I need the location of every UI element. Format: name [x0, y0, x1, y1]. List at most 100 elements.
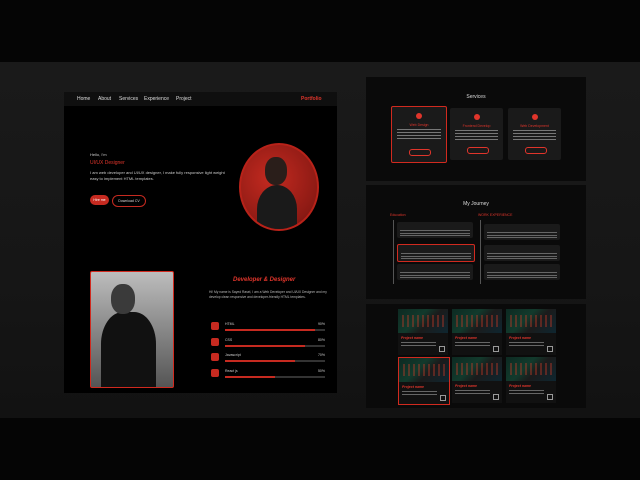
- project-card[interactable]: Project name: [452, 357, 502, 403]
- skill-progress-fill: [225, 360, 295, 362]
- timeline-text-line: [400, 277, 470, 278]
- external-link-icon[interactable]: [547, 346, 553, 352]
- skill-progress-fill: [225, 329, 315, 331]
- design-icon: [416, 113, 422, 119]
- project-card[interactable]: Project name: [506, 357, 556, 403]
- read-more-button[interactable]: [409, 149, 431, 156]
- skill-percentage: 90%: [317, 322, 325, 326]
- read-more-button[interactable]: [466, 147, 489, 154]
- skill-label: HTML: [225, 322, 235, 326]
- skill-label: Javascript: [225, 353, 241, 357]
- project-title: Project name: [509, 336, 531, 340]
- react-icon: [211, 369, 219, 377]
- project-text-line: [401, 345, 436, 346]
- project-text-line: [455, 390, 490, 391]
- timeline-entry[interactable]: [397, 222, 473, 238]
- skill-row: CSS 80%: [211, 338, 325, 348]
- service-card-text: [455, 130, 498, 142]
- skill-progress-track: [225, 329, 325, 331]
- nav-services[interactable]: Services: [119, 96, 138, 102]
- project-card[interactable]: Project name: [506, 309, 556, 355]
- project-text-line: [509, 393, 544, 394]
- hero-portrait: [239, 143, 319, 231]
- timeline-text-line: [487, 234, 557, 236]
- timeline-text-line: [400, 235, 470, 236]
- about-photo: [90, 271, 174, 388]
- timeline-text-line: [400, 272, 470, 273]
- nav-project[interactable]: Project: [176, 96, 192, 102]
- service-card-web-design[interactable]: Web Design: [391, 106, 447, 163]
- project-text-line: [509, 345, 544, 346]
- project-title: Project name: [402, 385, 424, 389]
- nav-home[interactable]: Home: [77, 96, 90, 102]
- external-link-icon[interactable]: [547, 394, 553, 400]
- about-photo-head: [111, 284, 135, 314]
- timeline-text-line: [487, 272, 557, 273]
- service-card-title: Frontend Develop: [462, 124, 491, 128]
- timeline-text-line: [487, 232, 557, 233]
- about-photo-body: [101, 312, 156, 387]
- project-title: Project name: [401, 336, 423, 340]
- service-card-title: Web Design: [409, 123, 429, 127]
- portrait-body: [257, 185, 297, 229]
- project-thumbnail: [452, 357, 502, 381]
- timeline-line-work: [480, 220, 481, 284]
- project-card[interactable]: Project name: [452, 309, 502, 355]
- project-text-line: [402, 391, 437, 392]
- project-thumbnail: [452, 309, 502, 333]
- skill-row: HTML 90%: [211, 322, 325, 332]
- external-link-icon[interactable]: [439, 346, 445, 352]
- skill-row: Javascript 70%: [211, 353, 325, 363]
- timeline-entry[interactable]: [397, 244, 475, 262]
- nav-about[interactable]: About: [98, 96, 111, 102]
- skill-percentage: 70%: [317, 353, 325, 357]
- project-text-line: [455, 393, 490, 394]
- project-title: Project name: [455, 384, 477, 388]
- external-link-icon[interactable]: [493, 346, 499, 352]
- timeline-entry[interactable]: [484, 224, 560, 240]
- gear-icon: [531, 114, 538, 120]
- project-text-line: [455, 345, 490, 346]
- external-link-icon[interactable]: [493, 394, 499, 400]
- html5-icon: [211, 322, 219, 330]
- hero-greeting: Hello, I'm: [90, 152, 107, 157]
- code-icon: [473, 114, 480, 120]
- skill-label: React js: [225, 369, 238, 373]
- javascript-icon: [211, 353, 219, 361]
- skill-label: CSS: [225, 338, 233, 342]
- skill-percentage: 50%: [317, 369, 325, 373]
- read-more-button[interactable]: [524, 147, 547, 154]
- external-link-icon[interactable]: [440, 395, 446, 401]
- download-cv-button[interactable]: Download CV: [112, 195, 146, 207]
- timeline-entry[interactable]: [397, 264, 473, 280]
- project-card[interactable]: Project name: [398, 357, 450, 405]
- service-card-development[interactable]: Web Development: [508, 108, 561, 160]
- brand-logo[interactable]: Portfolio: [301, 96, 322, 102]
- timeline-text-line: [487, 253, 557, 254]
- service-card-frontend[interactable]: Frontend Develop: [450, 108, 503, 160]
- skill-progress-track: [225, 360, 325, 362]
- timeline-text-line: [400, 232, 470, 234]
- timeline-entry[interactable]: [484, 264, 560, 280]
- skill-percentage: 80%: [317, 338, 325, 342]
- project-thumbnail: [506, 357, 556, 381]
- project-card[interactable]: Project name: [398, 309, 448, 355]
- timeline-text-line: [401, 258, 471, 259]
- project-text-line: [509, 390, 544, 391]
- skill-progress-track: [225, 376, 325, 378]
- skill-progress-fill: [225, 345, 305, 347]
- skill-progress-fill: [225, 376, 275, 378]
- timeline-text-line: [401, 253, 471, 254]
- timeline-text-line: [487, 237, 557, 238]
- timeline-text-line: [400, 274, 470, 276]
- project-thumbnail: [506, 309, 556, 333]
- project-title: Project name: [509, 384, 531, 388]
- nav-experience[interactable]: Experience: [144, 96, 169, 102]
- skill-progress-track: [225, 345, 325, 347]
- hero-text: Hello, I'm UI/UX Designer I am web devel…: [90, 152, 240, 181]
- education-label: Education: [390, 213, 406, 217]
- service-card-title: Web Development: [520, 124, 549, 128]
- timeline-entry[interactable]: [484, 245, 560, 261]
- hire-me-button[interactable]: Hire me: [90, 195, 109, 205]
- project-text-line: [455, 342, 490, 343]
